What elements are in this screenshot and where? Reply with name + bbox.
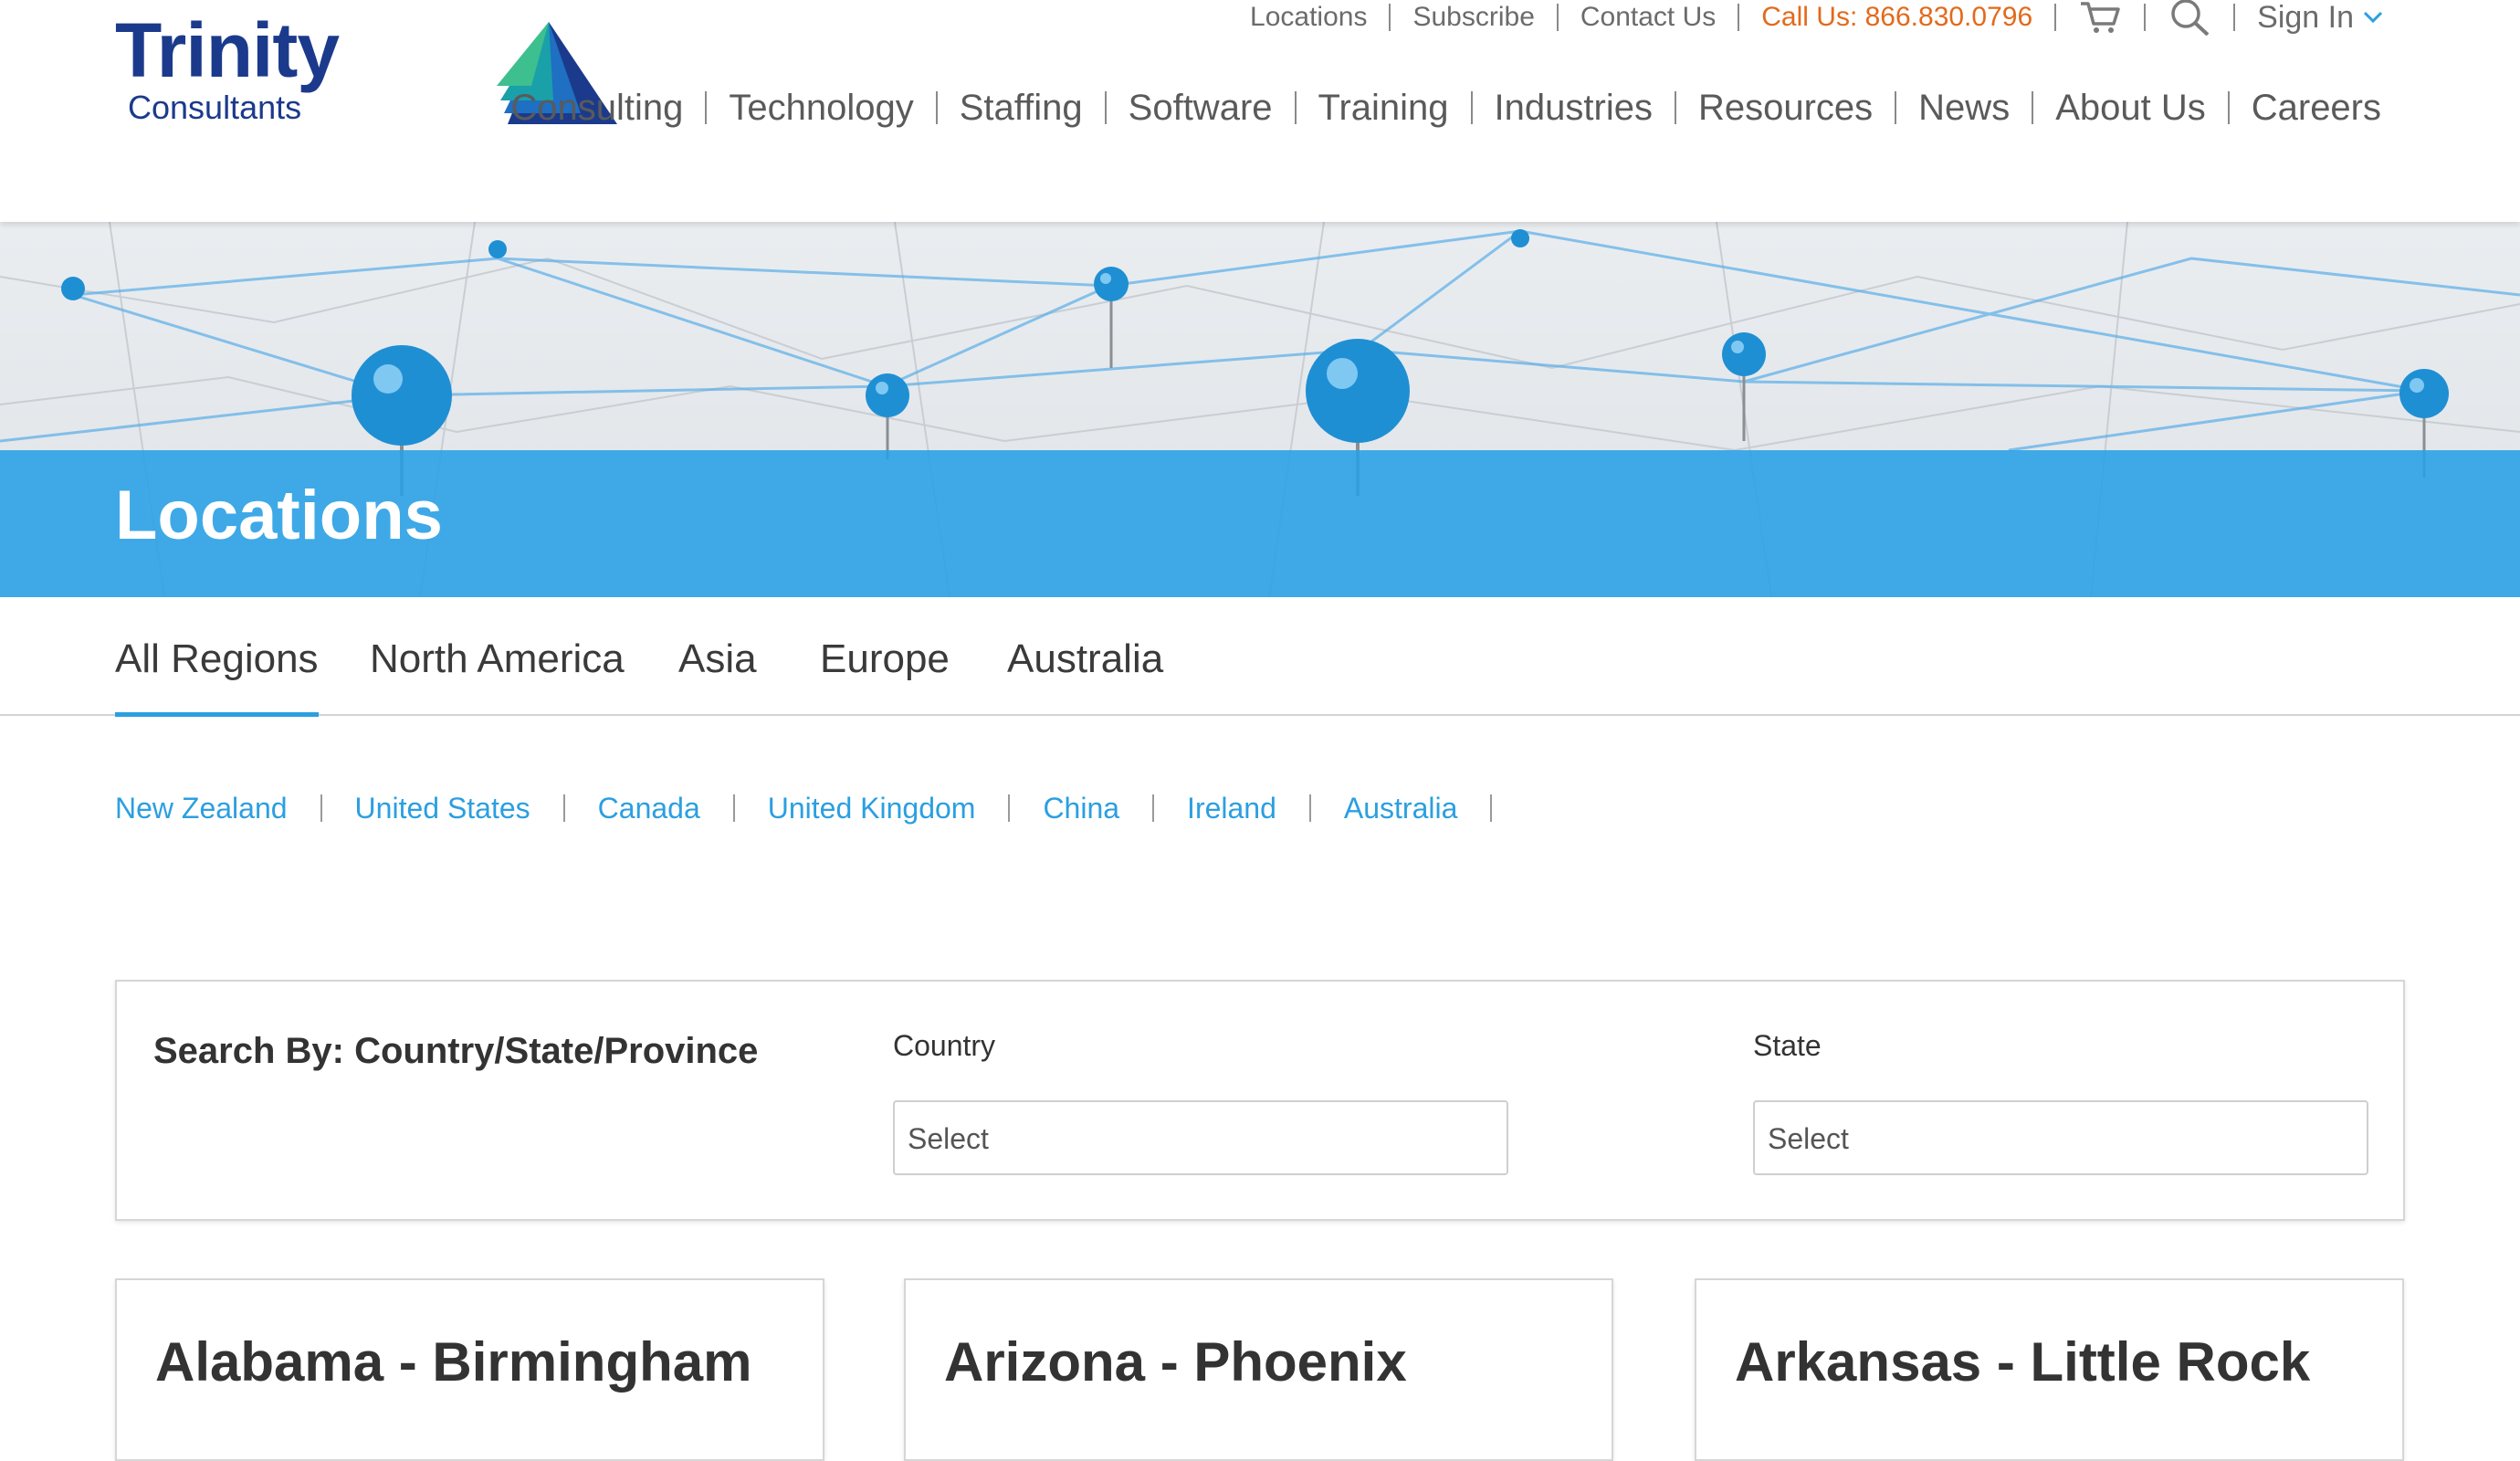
tab-australia[interactable]: Australia [1007,632,1163,712]
country-link-new-zealand[interactable]: New Zealand [115,790,288,826]
divider [1308,794,1311,822]
divider [1490,794,1493,822]
country-link-australia[interactable]: Australia [1344,790,1458,826]
logo-wordmark: Trinity [115,7,340,93]
divider [1008,794,1011,822]
region-tabs: All Regions North America Asia Europe Au… [0,597,2520,717]
nav-resources[interactable]: Resources [1698,80,1873,135]
divider [2227,91,2230,124]
country-links: New Zealand United States Canada United … [115,790,1525,826]
sign-in-menu[interactable]: Sign In [2257,0,2383,36]
divider [1152,794,1155,822]
nav-technology[interactable]: Technology [729,80,913,135]
nav-careers[interactable]: Careers [2252,80,2381,135]
country-label: Country [893,1029,996,1062]
tab-europe[interactable]: Europe [820,632,950,712]
divider [2144,4,2147,31]
nav-news[interactable]: News [1918,80,2010,135]
location-card-title: Alabama - Birmingham [155,1331,752,1393]
tab-north-america[interactable]: North America [370,632,625,712]
cart-icon[interactable] [2078,0,2122,36]
nav-training[interactable]: Training [1318,80,1449,135]
nav-staffing[interactable]: Staffing [960,80,1083,135]
location-card[interactable]: Arizona - Phoenix [904,1278,1613,1461]
site-header: Trinity Consultants Locations Subscribe … [0,0,2520,222]
country-link-united-states[interactable]: United States [355,790,530,826]
location-card-title: Arkansas - Little Rock [1735,1331,2311,1393]
search-icon[interactable] [2168,0,2211,36]
nav-industries[interactable]: Industries [1495,80,1653,135]
location-card[interactable]: Arkansas - Little Rock [1695,1278,2404,1461]
state-label: State [1753,1029,1822,1062]
nav-consulting[interactable]: Consulting [510,80,683,135]
logo-subtitle: Consultants [128,89,302,126]
divider [320,794,322,822]
country-link-ireland[interactable]: Ireland [1187,790,1276,826]
location-search-panel: Search By: Country/State/Province Countr… [115,980,2405,1221]
tab-all-regions[interactable]: All Regions [115,632,319,717]
utility-locations-link[interactable]: Locations [1250,4,1367,31]
sign-in-label: Sign In [2257,0,2354,35]
trinity-logo[interactable]: Trinity Consultants [115,7,617,126]
divider [732,794,735,822]
main-nav: Consulting Technology Staffing Software … [510,80,2381,135]
state-select[interactable]: Select [1753,1100,2368,1175]
divider [562,794,565,822]
divider [1104,91,1107,124]
divider [1470,91,1473,124]
divider [2054,4,2057,31]
search-heading: Search By: Country/State/Province [153,1031,759,1071]
hero-banner: Locations [0,222,2520,597]
location-card-title: Arizona - Phoenix [944,1331,1407,1393]
divider [705,91,708,124]
divider [2032,91,2034,124]
utility-nav: Locations Subscribe Contact Us Call Us: … [1250,0,2383,36]
divider [1556,4,1559,31]
divider [935,91,938,124]
country-link-china[interactable]: China [1043,790,1119,826]
utility-subscribe-link[interactable]: Subscribe [1412,4,1534,31]
divider [2233,4,2236,31]
chevron-down-icon [2363,11,2383,24]
tab-asia[interactable]: Asia [678,632,757,712]
utility-contact-link[interactable]: Contact Us [1580,4,1716,31]
country-select[interactable]: Select [893,1100,1508,1175]
divider [1294,91,1297,124]
country-link-canada[interactable]: Canada [598,790,700,826]
page-title: Locations [115,477,443,554]
divider [1738,4,1740,31]
nav-about-us[interactable]: About Us [2055,80,2206,135]
location-card[interactable]: Alabama - Birmingham [115,1278,824,1461]
nav-software[interactable]: Software [1129,80,1273,135]
divider [1674,91,1676,124]
phone-link[interactable]: Call Us: 866.830.0796 [1761,4,2032,31]
divider [1895,91,1897,124]
divider [1389,4,1391,31]
country-link-united-kingdom[interactable]: United Kingdom [768,790,976,826]
